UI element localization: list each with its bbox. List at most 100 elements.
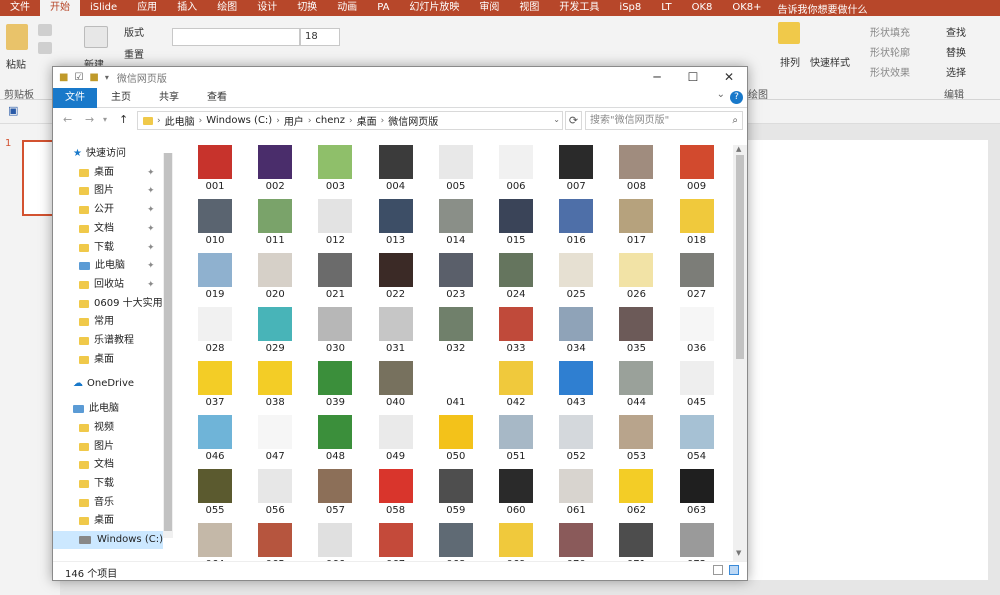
file-item[interactable]: 065 xyxy=(244,523,304,561)
file-item[interactable]: 005 xyxy=(425,145,485,199)
breadcrumb-separator-icon[interactable]: › xyxy=(381,116,385,126)
file-item[interactable]: 053 xyxy=(605,415,665,469)
qat-dropdown-icon[interactable]: ▾ xyxy=(105,73,109,82)
file-item[interactable]: 023 xyxy=(425,253,485,307)
sidebar-item[interactable]: 常用 xyxy=(53,313,163,331)
file-item[interactable]: 029 xyxy=(244,307,304,361)
ppt-tab[interactable]: PA xyxy=(367,0,399,16)
file-item[interactable]: 038 xyxy=(244,361,304,415)
sidebar-item[interactable]: 视频 xyxy=(53,419,163,437)
shape-outline-button[interactable]: 形状轮廓 xyxy=(870,44,910,59)
file-item[interactable]: 049 xyxy=(365,415,425,469)
sidebar-item[interactable]: 下载 ✦ xyxy=(53,239,163,257)
tell-me-box[interactable]: 告诉我你想要做什么 xyxy=(778,1,868,16)
file-item[interactable]: 024 xyxy=(485,253,545,307)
help-icon[interactable]: ? xyxy=(730,91,743,104)
file-item[interactable]: 054 xyxy=(666,415,726,469)
slide-canvas[interactable] xyxy=(748,140,988,580)
sidebar-item[interactable]: 公开 ✦ xyxy=(53,201,163,219)
large-icons-view-icon[interactable] xyxy=(729,565,739,575)
ppt-tab[interactable]: 幻灯片放映 xyxy=(399,0,469,16)
paste-icon[interactable] xyxy=(6,24,28,50)
breadcrumb-separator-icon[interactable]: › xyxy=(349,116,353,126)
file-item[interactable]: 036 xyxy=(666,307,726,361)
explorer-tab[interactable]: 共享 xyxy=(145,88,193,108)
navigation-pane-scroll-thumb[interactable] xyxy=(164,153,172,531)
file-item[interactable]: 008 xyxy=(605,145,665,199)
file-item[interactable]: 051 xyxy=(485,415,545,469)
file-item[interactable]: 046 xyxy=(184,415,244,469)
file-item[interactable]: 034 xyxy=(545,307,605,361)
file-item[interactable]: 011 xyxy=(244,199,304,253)
breadcrumb-item[interactable]: 用户 xyxy=(284,113,304,128)
ppt-tab[interactable]: 文件 xyxy=(0,0,40,16)
file-item[interactable]: 019 xyxy=(184,253,244,307)
ppt-tab[interactable]: iSlide xyxy=(80,0,127,16)
file-item[interactable]: 004 xyxy=(365,145,425,199)
file-item[interactable]: 058 xyxy=(365,469,425,523)
file-item[interactable]: 026 xyxy=(605,253,665,307)
file-item[interactable]: 061 xyxy=(545,469,605,523)
sidebar-item[interactable]: 文档 xyxy=(53,456,163,474)
sidebar-item[interactable]: 乐谱教程 xyxy=(53,332,163,350)
search-input[interactable]: 搜索"微信网页版" ⌕ xyxy=(585,111,743,130)
replace-button[interactable]: 替换 xyxy=(946,44,966,59)
file-item[interactable]: 013 xyxy=(365,199,425,253)
file-item[interactable]: 066 xyxy=(304,523,364,561)
file-grid-scroll-thumb[interactable] xyxy=(736,155,744,359)
ppt-tab[interactable]: 视图 xyxy=(509,0,549,16)
file-item[interactable]: 015 xyxy=(485,199,545,253)
file-item[interactable]: 027 xyxy=(666,253,726,307)
file-item[interactable]: 042 xyxy=(485,361,545,415)
file-item[interactable]: 016 xyxy=(545,199,605,253)
sidebar-item[interactable]: 音乐 xyxy=(53,494,163,512)
sidebar-item[interactable]: 桌面 xyxy=(53,512,163,530)
file-item[interactable]: 006 xyxy=(485,145,545,199)
file-item[interactable]: 009 xyxy=(666,145,726,199)
file-item[interactable]: 007 xyxy=(545,145,605,199)
new-folder-icon[interactable]: ■ xyxy=(89,72,98,83)
sidebar-item[interactable]: ☁ OneDrive xyxy=(53,375,163,393)
sidebar-item[interactable]: 图片 xyxy=(53,438,163,456)
file-item[interactable]: 003 xyxy=(304,145,364,199)
recent-dropdown-icon[interactable]: ▾ xyxy=(103,115,107,124)
file-item[interactable]: 070 xyxy=(545,523,605,561)
file-item[interactable]: 012 xyxy=(304,199,364,253)
find-button[interactable]: 查找 xyxy=(946,24,966,39)
sidebar-item[interactable]: 下载 xyxy=(53,475,163,493)
up-icon[interactable]: ↑ xyxy=(119,113,128,126)
file-item[interactable]: 002 xyxy=(244,145,304,199)
sidebar-item[interactable]: 此电脑 xyxy=(53,400,163,418)
file-item[interactable]: 047 xyxy=(244,415,304,469)
explorer-tab[interactable]: 主页 xyxy=(97,88,145,108)
ppt-tab[interactable]: LT xyxy=(651,0,681,16)
shape-fill-button[interactable]: 形状填充 xyxy=(870,24,910,39)
ppt-tab[interactable]: 绘图 xyxy=(207,0,247,16)
file-item[interactable]: 045 xyxy=(666,361,726,415)
breadcrumb-separator-icon[interactable]: › xyxy=(199,116,203,126)
new-slide-icon[interactable] xyxy=(84,26,108,48)
file-item[interactable]: 069 xyxy=(485,523,545,561)
tab-file[interactable]: 文件 xyxy=(53,87,97,108)
ppt-tab[interactable]: iSp8 xyxy=(609,0,651,16)
file-item[interactable]: 068 xyxy=(425,523,485,561)
file-item[interactable]: 059 xyxy=(425,469,485,523)
file-item[interactable]: 025 xyxy=(545,253,605,307)
quick-styles-button[interactable]: 快速样式 xyxy=(810,54,850,69)
breadcrumb-item[interactable]: chenz xyxy=(315,115,345,126)
layout-button[interactable]: 版式 xyxy=(124,24,144,39)
sidebar-item[interactable]: 此电脑 ✦ xyxy=(53,257,163,275)
close-button[interactable]: ✕ xyxy=(711,67,747,88)
file-item[interactable]: 062 xyxy=(605,469,665,523)
sidebar-item[interactable]: ★ 快速访问 xyxy=(53,145,163,163)
file-item[interactable]: 048 xyxy=(304,415,364,469)
font-size-field[interactable]: 18 xyxy=(300,28,340,46)
explorer-tab[interactable]: 查看 xyxy=(193,88,241,108)
details-view-icon[interactable] xyxy=(713,565,723,575)
paste-button[interactable]: 粘贴 xyxy=(6,56,26,71)
breadcrumb-item[interactable]: Windows (C:) xyxy=(206,115,272,126)
sidebar-item[interactable]: 0609 十大实用的 xyxy=(53,295,173,313)
file-item[interactable]: 037 xyxy=(184,361,244,415)
reset-button[interactable]: 重置 xyxy=(124,46,144,61)
breadcrumb-item[interactable]: 桌面 xyxy=(357,113,377,128)
